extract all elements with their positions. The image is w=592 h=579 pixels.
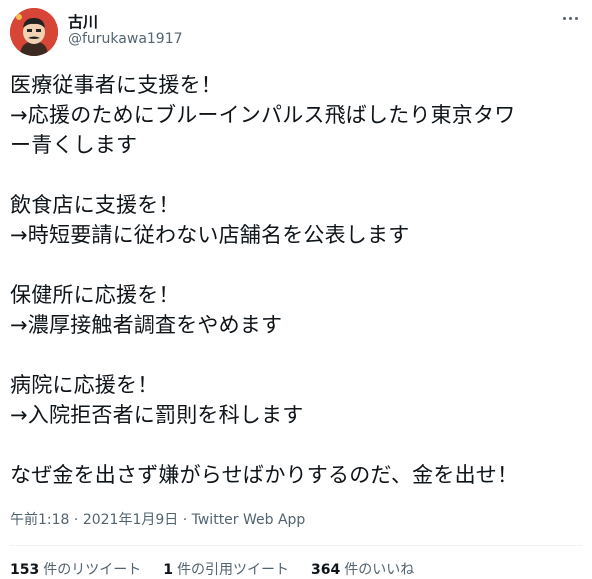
avatar[interactable] [10, 8, 58, 56]
avatar-illustration [10, 8, 58, 56]
quotes-stat[interactable]: 1 件の引用ツイート [163, 559, 289, 579]
tweet-line: 飲食店に支援を！ [10, 193, 180, 217]
tweet-paragraph: なぜ金を出さず嫌がらせばかりするのだ、金を出せ！ [10, 460, 582, 490]
author-name[interactable]: 古川 [68, 11, 98, 32]
tweet-stats: 153 件のリツイート 1 件の引用ツイート 364 件のいいね [10, 559, 414, 579]
retweets-stat[interactable]: 153 件のリツイート [10, 559, 141, 579]
tweet-date: 2021年1月9日 [82, 512, 179, 528]
tweet-line: 病院に応援を！ [10, 373, 159, 397]
likes-stat[interactable]: 364 件のいいね [311, 559, 414, 579]
tweet-line: 保健所に応援を！ [10, 283, 180, 307]
tweet-line: →入院拒否者に罰則を科します [10, 403, 304, 427]
tweet-paragraph: 飲食店に支援を！ →時短要請に従わない店舗名を公表します [10, 190, 582, 250]
author-handle[interactable]: @furukawa1917 [68, 31, 183, 47]
tweet-paragraph: 医療従事者に支援を！ →応援のためにブルーインパルス飛ばしたり東京タワ ー青くし… [10, 70, 582, 160]
tweet-source-link[interactable]: Twitter Web App [192, 512, 306, 528]
tweet-text: 医療従事者に支援を！ →応援のためにブルーインパルス飛ばしたり東京タワ ー青くし… [10, 70, 582, 490]
tweet-line: →応援のためにブルーインパルス飛ばしたり東京タワ [10, 103, 516, 127]
tweet-line: 医療従事者に支援を！ [10, 73, 222, 97]
tweet-time: 午前1:18 [10, 512, 70, 528]
tweet-meta: 午前1:18 · 2021年1月9日 · Twitter Web App [10, 512, 306, 528]
tweet-line: →時短要請に従わない店舗名を公表します [10, 223, 410, 247]
tweet-line: なぜ金を出さず嫌がらせばかりするのだ、金を出せ！ [10, 463, 519, 487]
divider [10, 545, 582, 546]
tweet-line: ー青くします [10, 133, 138, 157]
more-options-icon[interactable] [558, 8, 582, 28]
tweet-time-link[interactable]: 午前1:18 · 2021年1月9日 [10, 512, 178, 528]
tweet-line: →濃厚接触者調査をやめます [10, 313, 283, 337]
tweet-paragraph: 病院に応援を！ →入院拒否者に罰則を科します [10, 370, 582, 430]
tweet-paragraph: 保健所に応援を！ →濃厚接触者調査をやめます [10, 280, 582, 340]
